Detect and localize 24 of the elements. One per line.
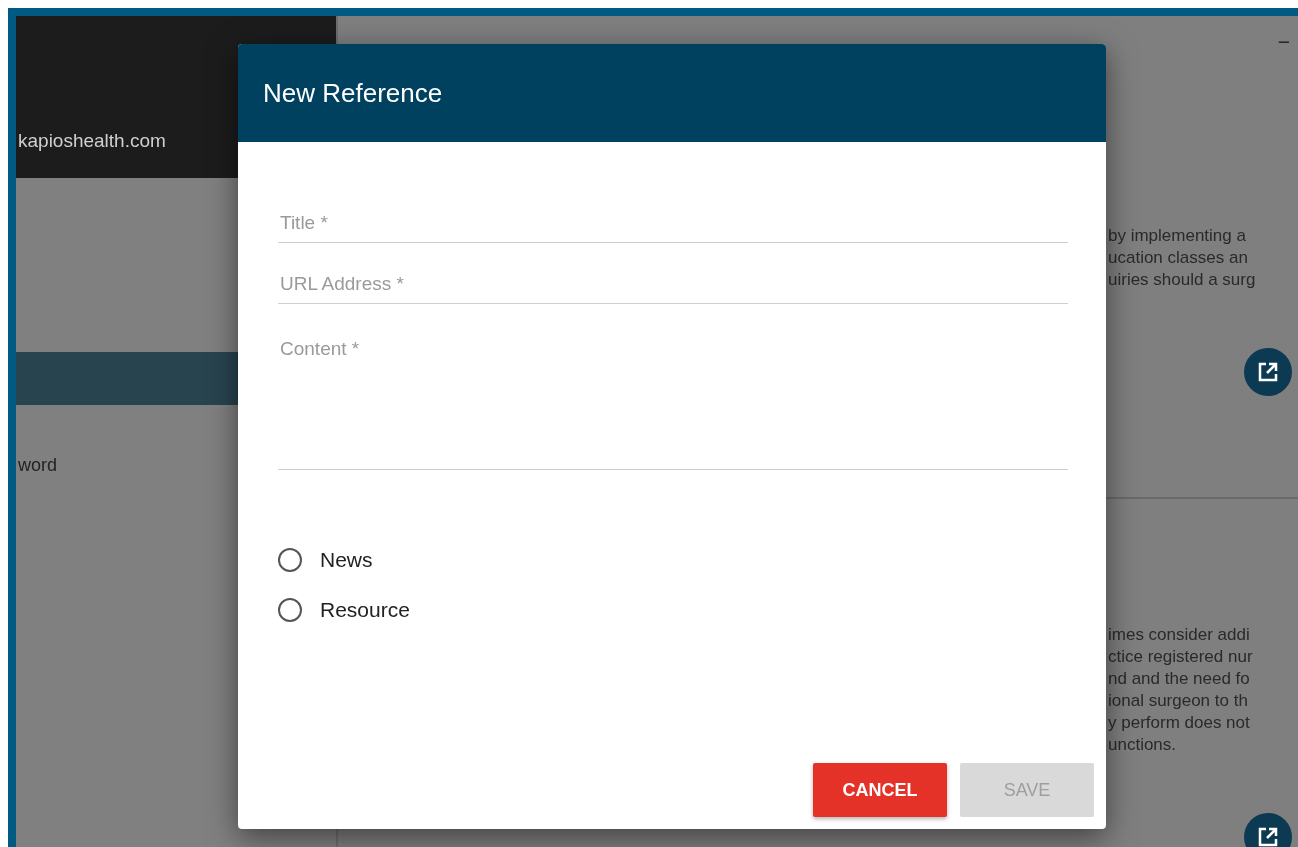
cancel-button[interactable]: CANCEL [813,763,947,817]
radio-button[interactable] [278,548,302,572]
input-field[interactable]: Title * [278,204,1068,243]
box-arrow-icon [1257,826,1279,847]
content-field[interactable]: Content * [278,330,1068,470]
card-text: ctice registered nur [1108,646,1254,668]
card-text: ucation classes an [1108,247,1249,269]
account-email: kapioshealth.com [18,130,166,152]
radio-label: News [320,548,373,572]
input-field[interactable]: URL Address * [278,265,1068,304]
open-link-button[interactable] [1244,348,1292,396]
card-text: imes consider addi [1108,624,1251,646]
radio-button[interactable] [278,598,302,622]
collapse-icon[interactable]: − [1277,30,1290,62]
radio-label: Resource [320,598,410,622]
card-text: nd and the need fo [1108,668,1251,690]
card-text: by implementing a [1108,225,1247,247]
box-arrow-icon [1257,361,1279,383]
card-text: uiries should a surg [1108,269,1257,291]
card-text: unctions. [1108,734,1178,756]
card-text: y perform does not [1108,712,1251,734]
card-text: ional surgeon to th [1108,690,1249,712]
dialog-title: New Reference [263,77,443,109]
open-link-button[interactable] [1244,813,1292,847]
